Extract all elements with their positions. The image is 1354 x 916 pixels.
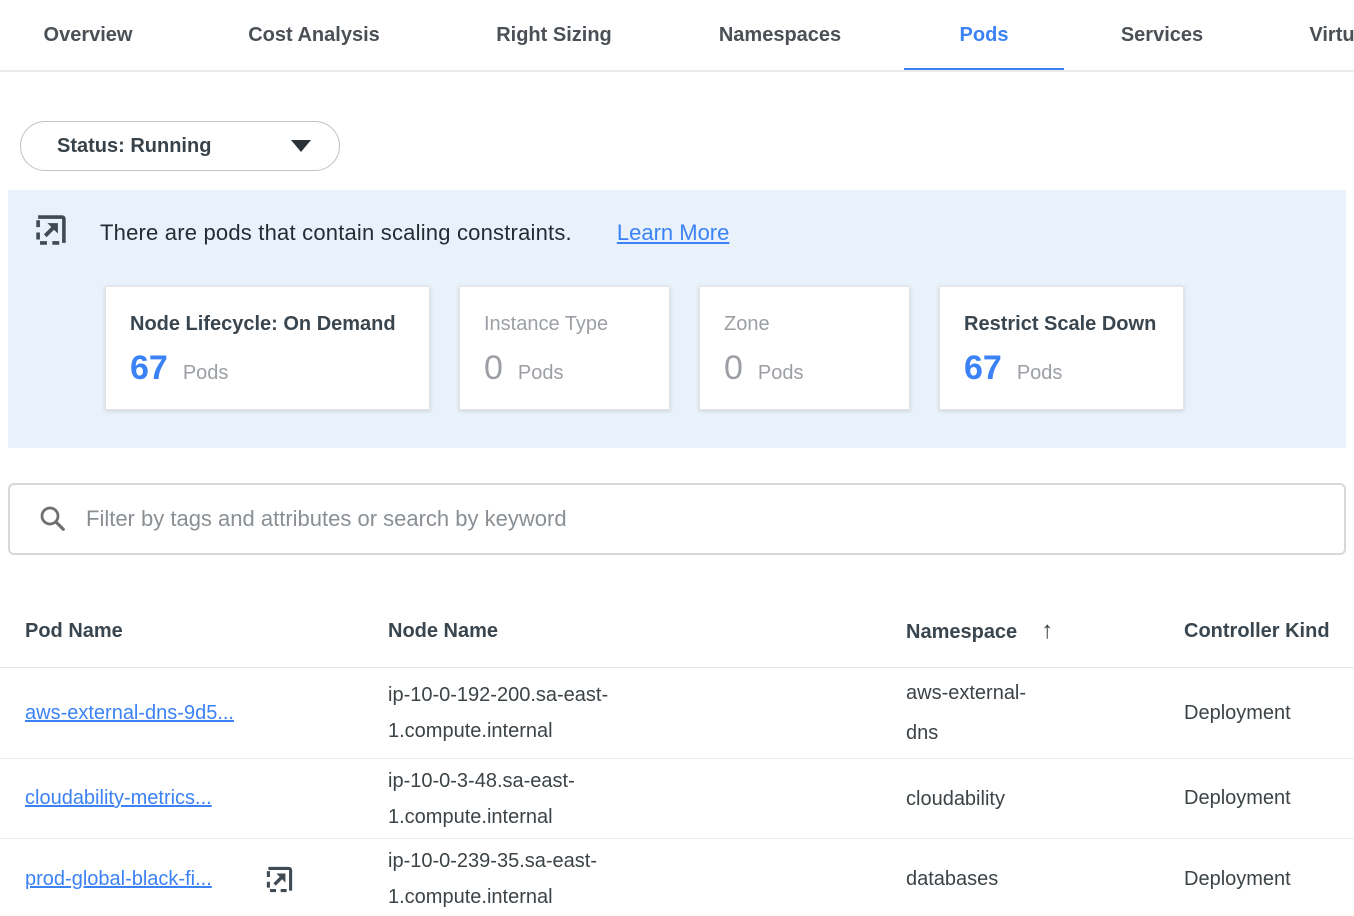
card-title: Restrict Scale Down [964,313,1157,336]
table-row: aws-external-dns-9d5... ip-10-0-192-200.… [0,668,1354,759]
node-name-cell: ip-10-0-192-200.sa-east-1.compute.intern… [388,677,658,749]
search-input[interactable] [86,506,1324,532]
namespace-cell: databases [906,859,1051,899]
card-zone[interactable]: Zone 0 Pods [699,286,910,410]
tab-services[interactable]: Services [1064,0,1260,70]
pod-name-link[interactable]: cloudability-metrics... [25,787,212,810]
tab-overview[interactable]: Overview [0,0,176,70]
column-header-node-name[interactable]: Node Name [388,620,906,643]
node-name-cell: ip-10-0-3-48.sa-east-1.compute.internal [388,763,658,835]
column-header-pod-name[interactable]: Pod Name [25,620,388,643]
controller-kind-cell: Deployment [1184,787,1354,810]
search-icon [38,504,68,534]
filter-row: Status: Running [0,72,1354,171]
tab-bar: Overview Cost Analysis Right Sizing Name… [0,0,1354,72]
card-value: 0 [484,349,503,388]
column-header-controller-kind[interactable]: Controller Kind [1184,620,1354,643]
banner-message: There are pods that contain scaling cons… [100,220,572,246]
table-header-row: Pod Name Node Name Namespace ↑ Controller… [0,595,1354,668]
tab-namespaces[interactable]: Namespaces [656,0,904,70]
card-unit: Pods [1017,362,1063,385]
pods-table: Pod Name Node Name Namespace ↑ Controller… [0,595,1354,916]
tab-virtual[interactable]: Virtu [1260,0,1354,70]
namespace-cell: cloudability [906,779,1051,819]
tab-pods[interactable]: Pods [904,0,1064,70]
card-unit: Pods [518,362,564,385]
column-header-namespace[interactable]: Namespace ↑ [906,617,1184,645]
card-value: 0 [724,349,743,388]
card-unit: Pods [758,362,804,385]
tab-cost-analysis[interactable]: Cost Analysis [176,0,452,70]
table-row: prod-global-black-fi... ip-10-0-239-35.s… [0,839,1354,916]
filter-search-bar [8,483,1346,555]
pod-name-link[interactable]: aws-external-dns-9d5... [25,702,234,725]
card-value: 67 [130,349,168,388]
card-title: Node Lifecycle: On Demand [130,313,403,336]
card-title: Instance Type [484,313,643,336]
node-name-cell: ip-10-0-239-35.sa-east-1.compute.interna… [388,843,658,915]
card-unit: Pods [183,362,229,385]
table-row: cloudability-metrics... ip-10-0-3-48.sa-… [0,759,1354,839]
card-value: 67 [964,349,1002,388]
status-dropdown-label: Status: Running [57,135,291,158]
constraint-cards: Node Lifecycle: On Demand 67 Pods Instan… [105,286,1326,410]
learn-more-link[interactable]: Learn More [617,220,730,246]
sort-ascending-icon[interactable]: ↑ [1041,617,1053,644]
namespace-cell: aws-external-dns [906,673,1051,753]
controller-kind-cell: Deployment [1184,868,1354,891]
column-header-label: Namespace [906,621,1017,643]
card-instance-type[interactable]: Instance Type 0 Pods [459,286,670,410]
card-node-lifecycle[interactable]: Node Lifecycle: On Demand 67 Pods [105,286,430,410]
controller-kind-cell: Deployment [1184,702,1354,725]
chevron-down-icon [291,140,311,152]
scaling-constraints-banner: There are pods that contain scaling cons… [8,190,1346,448]
card-title: Zone [724,313,883,336]
scale-out-icon [33,212,69,253]
status-dropdown[interactable]: Status: Running [20,121,340,171]
tab-right-sizing[interactable]: Right Sizing [452,0,656,70]
pod-name-link[interactable]: prod-global-black-fi... [25,868,212,891]
card-restrict-scale-down[interactable]: Restrict Scale Down 67 Pods [939,286,1184,410]
scale-out-icon [264,864,295,895]
